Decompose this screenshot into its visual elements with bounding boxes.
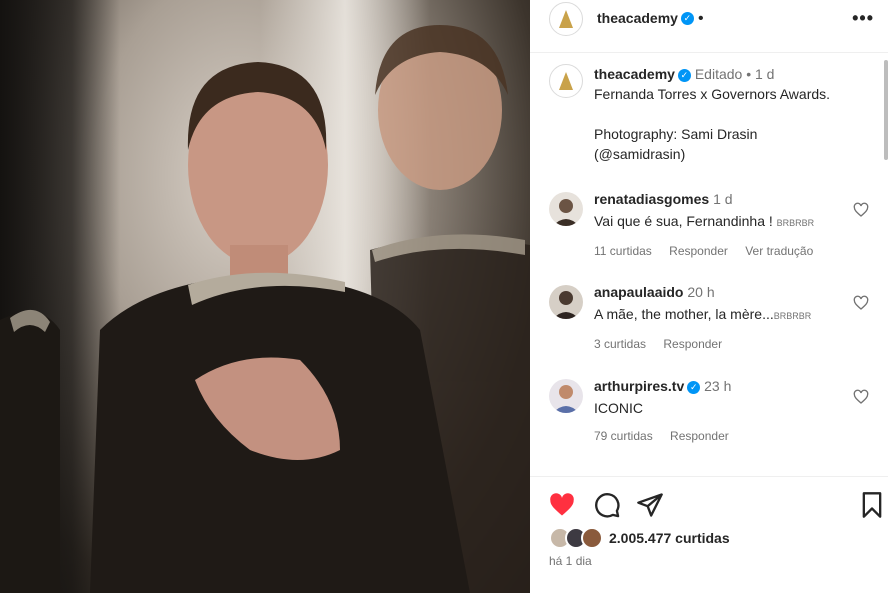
comment-text: A mãe, the mother, la mère... [594,306,774,322]
comment-username[interactable]: renatadiasgomes [594,191,709,207]
comment-age[interactable]: 1 d [713,191,732,207]
comment-text: Vai que é sua, Fernandinha ! [594,213,773,229]
commenter-avatar[interactable] [549,285,583,319]
comment-like-icon[interactable] [853,389,869,405]
comment-like-icon[interactable] [853,202,869,218]
comment-tag: BRBRBR [776,218,815,228]
comment-item: renatadiasgomes 1 d Vai que é sua, Ferna… [549,190,869,260]
post-header: theacademy ✓ • ••• [530,0,888,53]
commenter-avatar[interactable] [549,192,583,226]
comment-age[interactable]: 20 h [687,284,714,300]
caption-age[interactable]: 1 d [755,66,774,82]
liker-avatars[interactable] [549,527,607,549]
comment-item: anapaulaaido 20 h A mãe, the mother, la … [549,283,869,353]
likes-count[interactable]: 2.005.477 curtidas [609,530,730,546]
post-caption: theacademy ✓ Editado • 1 d Fernanda Torre… [549,64,879,164]
post-photo[interactable] [0,0,530,593]
save-bookmark-icon[interactable] [858,491,886,519]
caption-text: Fernanda Torres x Governors Awards. Phot… [594,86,831,162]
comment-likes[interactable]: 79 curtidas [594,429,653,443]
header-account: theacademy ✓ • [597,10,704,28]
caption-sep: • [746,66,752,82]
academy-logo-icon [559,72,573,90]
portrait-illustration [0,25,530,593]
commenter-avatar[interactable] [549,379,583,413]
academy-avatar[interactable] [549,2,583,36]
caption-edited: Editado [694,66,743,82]
reply-button[interactable]: Responder [669,244,728,258]
liker-avatar [581,527,603,549]
post-time[interactable]: há 1 dia [549,554,592,568]
verified-badge-icon: ✓ [680,12,694,26]
comment-age[interactable]: 23 h [704,378,731,394]
comment-text: ICONIC [594,400,643,416]
more-options-icon[interactable]: ••• [852,8,874,29]
share-icon[interactable] [636,491,664,519]
comment-username[interactable]: arthurpires.tv [594,378,684,394]
post-side-panel: theacademy ✓ • ••• theacademy ✓ Editado • 1… [530,0,888,593]
verified-badge-icon: ✓ [687,380,701,394]
comment-tag: BRBRBR [773,311,812,321]
comment-like-icon[interactable] [853,295,869,311]
likes-row: 2.005.477 curtidas [549,527,730,549]
translate-button[interactable]: Ver tradução [745,244,813,258]
caption-avatar[interactable] [549,64,583,98]
comment-likes[interactable]: 11 curtidas [594,244,652,258]
reply-button[interactable]: Responder [663,337,722,351]
academy-logo-icon [559,10,573,28]
comment-icon[interactable] [593,491,621,519]
header-dot: • [697,10,704,27]
like-heart-icon[interactable] [548,491,576,519]
comments-scrollbar[interactable] [884,60,888,160]
header-username[interactable]: theacademy [597,10,678,26]
reply-button[interactable]: Responder [670,429,729,443]
comment-item: arthurpires.tv ✓ 23 h ICONIC 79 curtidas … [549,377,869,445]
verified-badge-icon: ✓ [677,68,691,82]
comment-username[interactable]: anapaulaaido [594,284,683,300]
caption-username[interactable]: theacademy [594,66,675,82]
comment-likes[interactable]: 3 curtidas [594,337,646,351]
post-actions: 2.005.477 curtidas há 1 dia [530,476,888,593]
